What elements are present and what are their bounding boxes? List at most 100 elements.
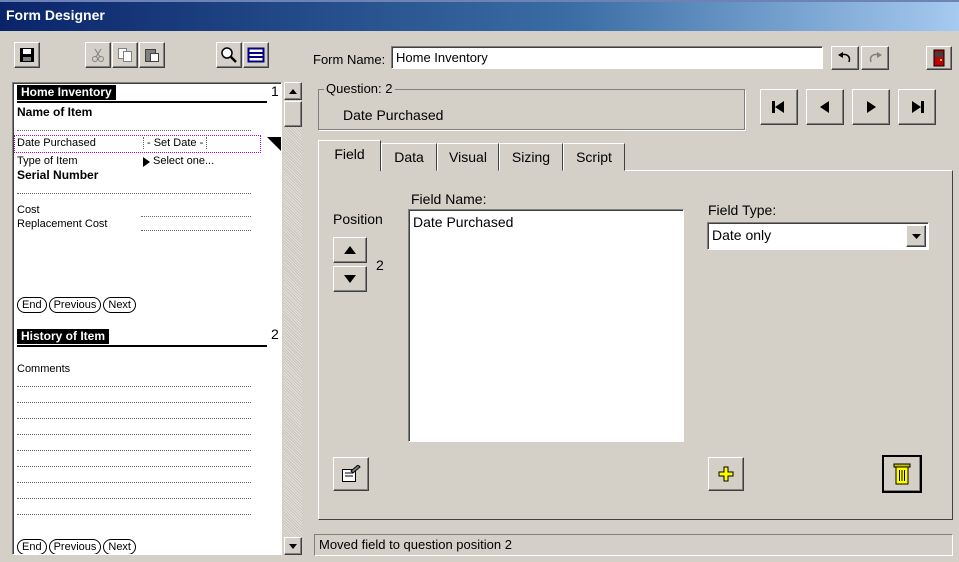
field-name-textarea[interactable]: Date Purchased	[408, 209, 684, 442]
replacement-cost-line	[141, 230, 251, 231]
tab-script[interactable]: Script	[563, 143, 625, 171]
date-purchased-label: Date Purchased	[17, 137, 96, 149]
name-of-item-line	[17, 130, 251, 131]
field-name-value: Date Purchased	[413, 214, 514, 230]
position-value: 2	[376, 257, 384, 273]
field-properties-button[interactable]	[333, 457, 369, 491]
last-icon	[912, 101, 924, 113]
scroll-up-button[interactable]	[284, 82, 302, 100]
triangle-down-icon	[344, 275, 356, 283]
page2-title-underline	[17, 345, 267, 347]
page2-number: 2	[271, 326, 279, 342]
tab-field[interactable]: Field	[318, 140, 381, 171]
name-of-item-label: Name of Item	[17, 105, 93, 119]
field-type-label: Field Type:	[708, 202, 777, 218]
next-icon	[867, 101, 876, 113]
add-field-button[interactable]	[708, 457, 744, 491]
page1-title: Home Inventory	[17, 85, 116, 100]
page1-title-underline	[17, 101, 267, 103]
delete-field-button[interactable]	[882, 455, 922, 493]
floppy-disk-icon	[20, 48, 34, 62]
chevron-down-icon	[911, 233, 921, 239]
move-up-button[interactable]	[333, 237, 367, 263]
page2-title: History of Item	[17, 329, 110, 344]
type-of-item-popup[interactable]: Select one...	[153, 155, 214, 167]
page2-nav-buttons: End Previous Next	[17, 539, 138, 554]
form-name-input[interactable]: Home Inventory	[391, 46, 823, 69]
comments-line	[17, 434, 251, 435]
arrow-up-icon	[289, 88, 297, 94]
scissors-icon	[92, 48, 104, 62]
scroll-down-button[interactable]	[284, 537, 302, 555]
tab-visual-label: Visual	[449, 149, 487, 165]
scroll-thumb[interactable]	[284, 101, 302, 127]
question-name: Date Purchased	[343, 107, 444, 123]
comments-line	[17, 498, 251, 499]
preview-button[interactable]	[216, 42, 242, 68]
trash-can-icon	[893, 463, 911, 485]
tab-script-label: Script	[576, 149, 612, 165]
status-bar: Moved field to question position 2	[314, 534, 953, 556]
first-question-button[interactable]	[760, 89, 798, 125]
door-exit-icon	[933, 49, 945, 67]
comments-line	[17, 402, 251, 403]
page2-previous-button[interactable]: Previous	[48, 539, 102, 554]
page2-end-button[interactable]: End	[17, 539, 47, 554]
magnifier-icon	[221, 47, 237, 63]
selection-corner-icon	[267, 137, 281, 151]
window-title: Form Designer	[6, 7, 105, 23]
paste-button[interactable]	[139, 42, 165, 68]
tab-data[interactable]: Data	[381, 143, 437, 171]
save-button[interactable]	[14, 42, 40, 68]
redo-icon	[869, 52, 882, 63]
tab-visual[interactable]: Visual	[437, 143, 499, 171]
form-name-label: Form Name:	[313, 52, 386, 67]
comments-line	[17, 450, 251, 451]
page2-next-button[interactable]: Next	[103, 539, 136, 554]
exit-button[interactable]	[926, 46, 952, 70]
undo-button[interactable]	[831, 46, 859, 70]
page1-number: 1	[271, 83, 279, 99]
field-name-label: Field Name:	[411, 191, 487, 207]
replacement-cost-label: Replacement Cost	[17, 218, 108, 230]
position-label: Position	[333, 211, 383, 227]
move-down-button[interactable]	[333, 266, 367, 292]
tab-data-label: Data	[394, 149, 424, 165]
comments-label: Comments	[17, 363, 71, 375]
comments-line	[17, 482, 251, 483]
page1-previous-button[interactable]: Previous	[48, 297, 102, 313]
copy-button[interactable]	[112, 42, 138, 68]
tab-field-label: Field	[334, 146, 365, 162]
tab-sizing-label: Sizing	[511, 149, 551, 165]
cut-button[interactable]	[85, 42, 111, 68]
plus-icon	[718, 466, 734, 482]
form-preview-canvas[interactable]: Home Inventory 1 Name of Item Date Purch…	[12, 82, 282, 555]
page1-end-button[interactable]: End	[17, 297, 47, 313]
previous-icon	[820, 101, 829, 113]
redo-button[interactable]	[861, 46, 889, 70]
popup-triangle-icon	[143, 157, 150, 167]
field-type-value: Date only	[712, 227, 772, 243]
previous-question-button[interactable]	[806, 89, 844, 125]
question-group-label: Question: 2	[324, 81, 395, 96]
undo-icon	[838, 52, 851, 63]
last-question-button[interactable]	[898, 89, 936, 125]
serial-number-line	[17, 193, 251, 194]
set-date-selector[interactable]: - Set Date -	[143, 137, 208, 149]
tab-sizing[interactable]: Sizing	[499, 143, 563, 171]
form-properties-button[interactable]	[243, 42, 269, 68]
cost-label: Cost	[17, 204, 40, 216]
type-of-item-label: Type of Item	[17, 155, 78, 167]
serial-number-label: Serial Number	[17, 168, 99, 182]
properties-icon	[342, 465, 361, 482]
field-type-dropdown-button[interactable]	[906, 225, 926, 247]
status-message: Moved field to question position 2	[319, 537, 512, 552]
page1-next-button[interactable]: Next	[103, 297, 136, 313]
form-layout-icon	[247, 47, 265, 63]
comments-line	[17, 386, 251, 387]
form-preview-scrollbar[interactable]	[284, 82, 302, 555]
field-type-select[interactable]: Date only	[707, 222, 929, 250]
page1-nav-buttons: End Previous Next	[17, 297, 138, 313]
window-title-bar[interactable]: Form Designer	[0, 0, 959, 31]
next-question-button[interactable]	[852, 89, 890, 125]
